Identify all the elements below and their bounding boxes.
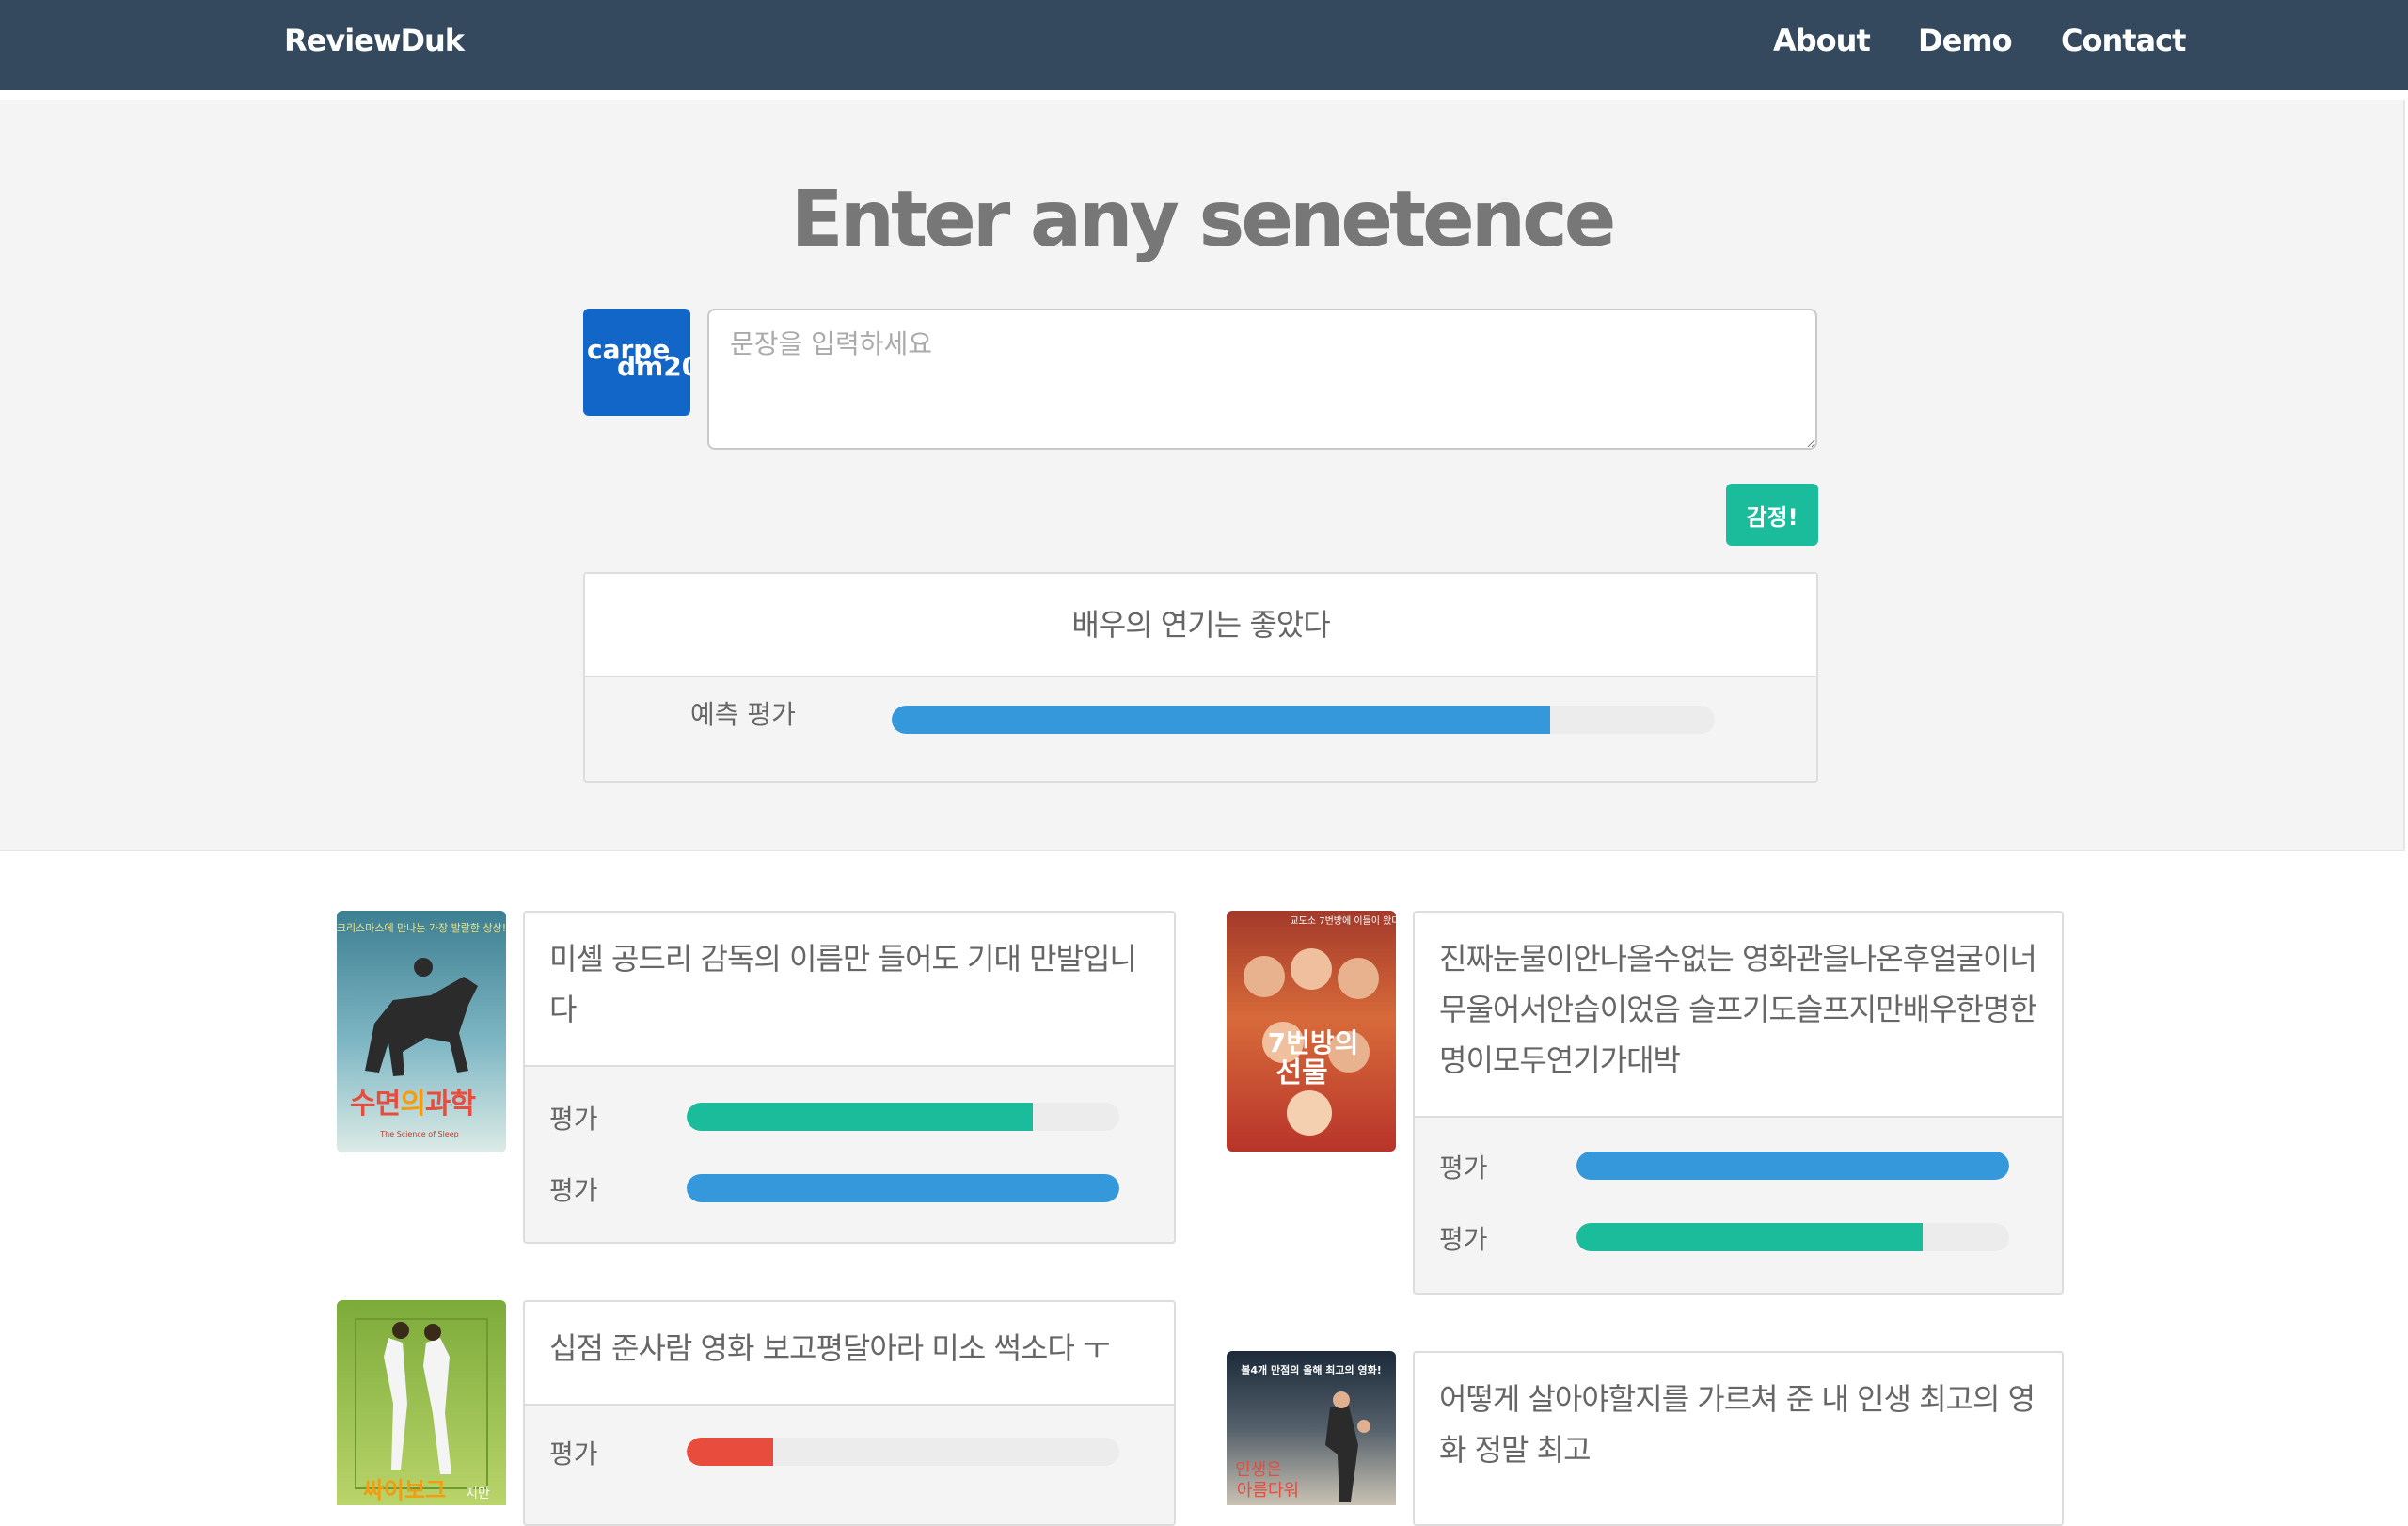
analyze-button[interactable]: 감정! xyxy=(1726,484,1818,546)
nav-link-about[interactable]: About xyxy=(1773,23,1871,58)
movie-poster-science-of-sleep[interactable]: 크리스마스에 만나는 가장 발랄한 상상! The Science of Sle… xyxy=(337,911,506,1152)
poster-title-part3: 과학 xyxy=(424,1088,476,1121)
rating-progress-fill xyxy=(687,1103,1033,1131)
hero-section: Enter any senetence carpe dm20 감정! 배우의 연… xyxy=(0,100,2405,851)
actor-face xyxy=(1338,958,1379,999)
prediction-result-panel: 배우의 연기는 좋았다 예측 평가 xyxy=(583,572,1818,783)
child-face xyxy=(1287,1090,1332,1136)
poster-subtitle: The Science of Sleep xyxy=(379,1130,458,1138)
poster-art: 싸이보그 지만 xyxy=(355,1318,490,1503)
logo-text-line2: dm20 xyxy=(617,351,690,382)
figure-white-dress xyxy=(423,1338,452,1474)
rating-label: 평가 xyxy=(549,1439,598,1470)
rating-label: 평가 xyxy=(1439,1224,1488,1255)
review-text: 어떻게 살아야할지를 가르쳐 준 내 인생 최고의 영화 정말 최고 xyxy=(1415,1353,2062,1524)
nav-link-contact[interactable]: Contact xyxy=(2061,23,2186,58)
rating-progress-fill xyxy=(687,1174,1119,1202)
poster-title-part2: 지만 xyxy=(466,1486,490,1502)
grid-frame xyxy=(355,1318,488,1489)
figure-father xyxy=(1325,1406,1358,1502)
rating-progress-track xyxy=(1576,1223,2009,1251)
review-card: 십점 준사람 영화 보고평달아라 미소 썩소다 ㅜ 평가 xyxy=(523,1300,1176,1526)
rating-label: 평가 xyxy=(549,1104,598,1135)
poster-title-part1: 인생은 xyxy=(1235,1460,1282,1480)
poster-title: 수면의과학 xyxy=(350,1080,476,1121)
movie-poster-life-is-beautiful[interactable]: 볼4개 만점의 올해 최고의 영화! 인생은 아름다워 xyxy=(1227,1351,1396,1505)
movie-poster-miracle-in-cell-no7[interactable]: 교도소 7번방에 이들이 왔다! 7번방의 선물 xyxy=(1227,911,1396,1152)
poster-title-part2: 아름다워 xyxy=(1237,1481,1299,1501)
rating-progress-track xyxy=(687,1438,1119,1466)
rating-progress-track xyxy=(1576,1152,2009,1180)
prediction-label: 예측 평가 xyxy=(690,699,796,730)
carpedm20-logo: carpe dm20 xyxy=(583,309,690,416)
review-text: 진짜눈물이안나올수없는 영화관을나온후얼굴이너무울어서안습이었음 슬프기도슬프지… xyxy=(1415,913,2062,1118)
poster-art: 볼4개 만점의 올해 최고의 영화! 인생은 아름다워 xyxy=(1235,1363,1382,1502)
poster-title-part2: 선물 xyxy=(1275,1057,1327,1089)
figure-head xyxy=(424,1324,441,1341)
sentence-input[interactable] xyxy=(707,309,1817,450)
review-card: 미셸 공드리 감독의 이름만 들어도 기대 만발입니다 평가 평가 xyxy=(523,911,1176,1244)
rider-figure xyxy=(414,958,433,977)
figure-white-suit xyxy=(384,1338,407,1470)
prediction-progress-track xyxy=(892,706,1715,734)
hero-title: Enter any senetence xyxy=(790,175,1617,264)
rating-progress-fill xyxy=(1576,1152,2009,1180)
rating-progress-fill xyxy=(1576,1223,1923,1251)
brand-logo[interactable]: ReviewDuk xyxy=(284,23,465,58)
navbar: ReviewDuk About Demo Contact xyxy=(0,0,2408,90)
rating-label: 평가 xyxy=(1439,1152,1488,1184)
review-text: 미셸 공드리 감독의 이름만 들어도 기대 만발입니다 xyxy=(525,913,1174,1067)
poster-title-part1: 싸이보그 xyxy=(363,1477,446,1503)
nav-link-demo[interactable]: Demo xyxy=(1918,23,2013,58)
rating-label: 평가 xyxy=(549,1175,598,1206)
poster-art: 교도소 7번방에 이들이 왔다! 7번방의 선물 xyxy=(1244,915,1396,1136)
movie-poster-cyborg[interactable]: 싸이보그 지만 xyxy=(337,1300,506,1505)
rating-progress-track xyxy=(687,1103,1119,1131)
review-card: 어떻게 살아야할지를 가르쳐 준 내 인생 최고의 영화 정말 최고 xyxy=(1413,1351,2064,1526)
poster-tagline: 교도소 7번방에 이들이 왔다! xyxy=(1290,915,1396,927)
rating-progress-fill xyxy=(687,1438,773,1466)
result-sentence: 배우의 연기는 좋았다 xyxy=(585,574,1816,677)
figure-child-head xyxy=(1357,1420,1370,1433)
poster-title-part2: 의 xyxy=(400,1088,426,1121)
rating-progress-track xyxy=(687,1174,1119,1202)
review-card: 진짜눈물이안나올수없는 영화관을나온후얼굴이너무울어서안습이었음 슬프기도슬프지… xyxy=(1413,911,2064,1295)
poster-title-part1: 7번방의 xyxy=(1268,1027,1359,1058)
review-text: 십점 준사람 영화 보고평달아라 미소 썩소다 ㅜ xyxy=(525,1302,1174,1406)
horse-figure xyxy=(365,977,478,1076)
figure-head xyxy=(392,1322,409,1339)
actor-face xyxy=(1244,956,1285,997)
prediction-progress-fill xyxy=(892,706,1550,734)
actor-face xyxy=(1291,948,1332,990)
poster-tagline: 볼4개 만점의 올해 최고의 영화! xyxy=(1241,1363,1381,1376)
figure-head xyxy=(1333,1391,1350,1408)
poster-title-part1: 수면 xyxy=(350,1088,401,1121)
poster-tagline: 크리스마스에 만나는 가장 발랄한 상상! xyxy=(337,922,506,934)
